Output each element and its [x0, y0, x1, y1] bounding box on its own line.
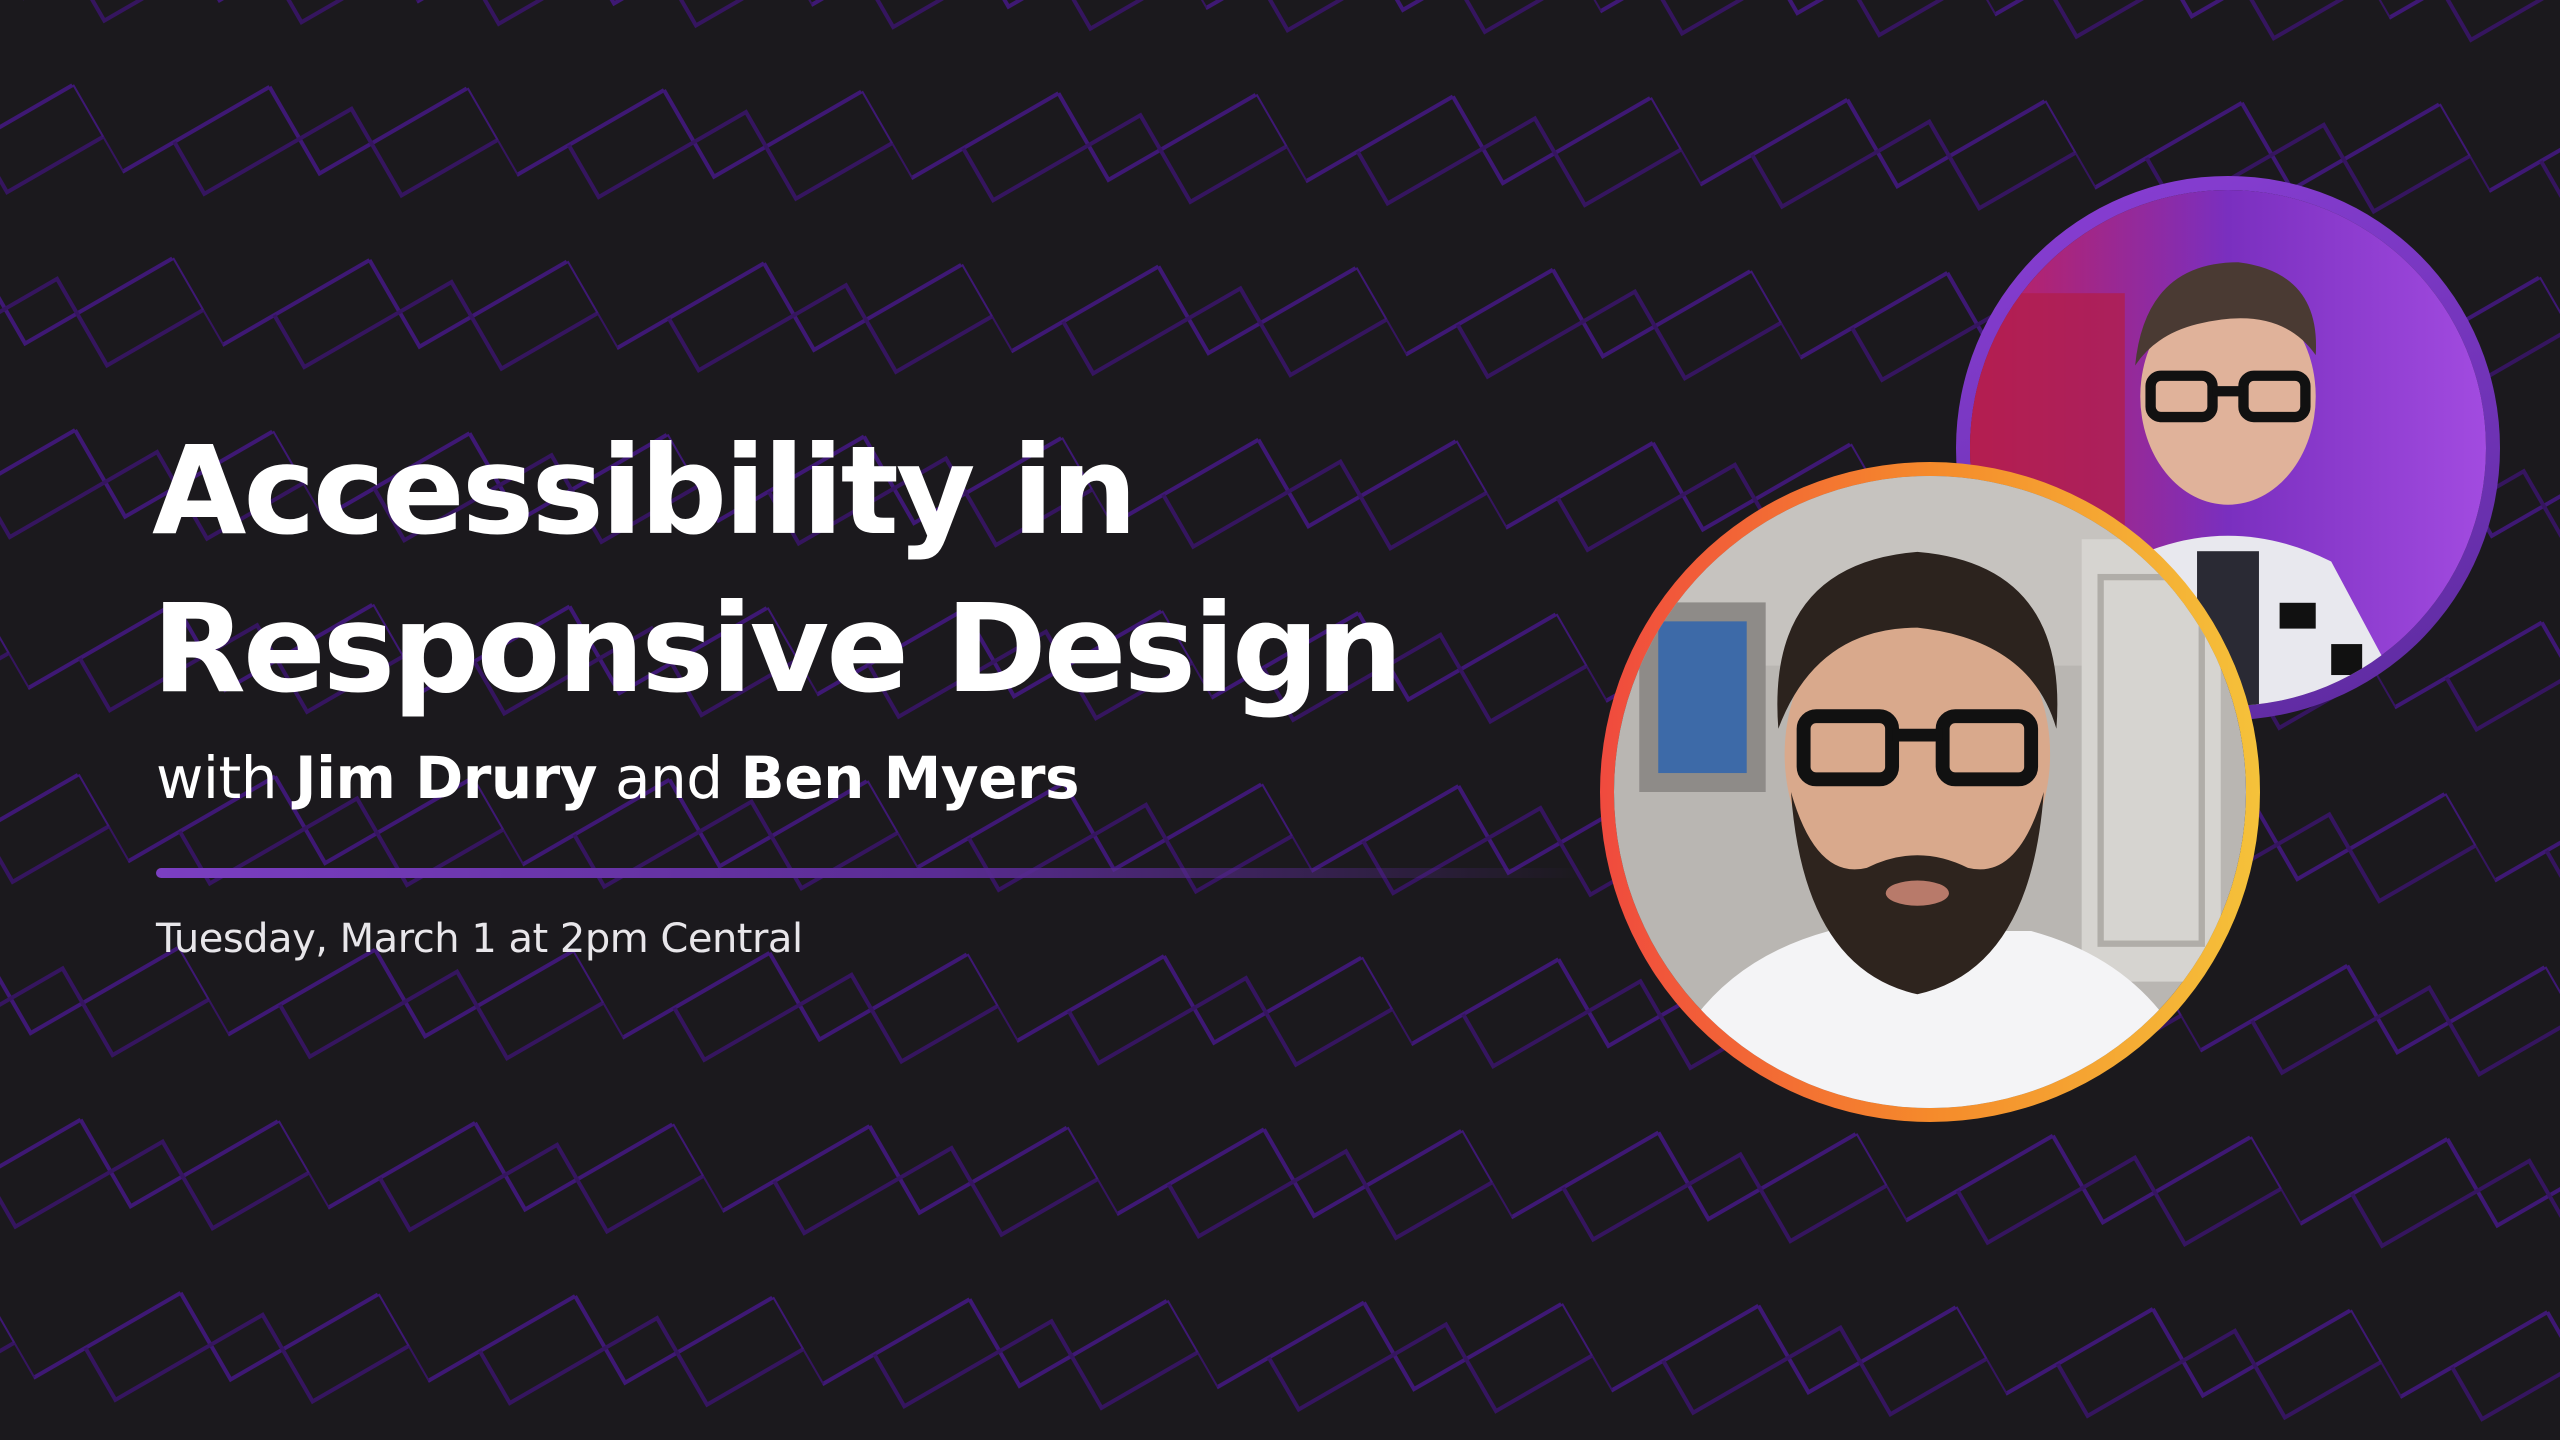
title-line-2: Responsive Design	[152, 578, 1403, 720]
event-banner: Accessibility in Responsive Design with …	[0, 0, 2560, 1440]
hosts-line: with Jim Drury and Ben Myers	[156, 738, 1080, 818]
host-name-2: Ben Myers	[740, 744, 1080, 812]
divider-line	[156, 868, 1586, 878]
hosts-conjunction: and	[614, 744, 723, 812]
host-name-1: Jim Drury	[295, 744, 598, 812]
avatar-jim-drury	[1600, 462, 2260, 1122]
event-title: Accessibility in Responsive Design	[152, 412, 1552, 728]
event-date: Tuesday, March 1 at 2pm Central	[156, 916, 803, 962]
hosts-prefix: with	[156, 744, 278, 812]
jim-drury-photo	[1614, 476, 2246, 1108]
title-line-1: Accessibility in	[152, 420, 1138, 562]
